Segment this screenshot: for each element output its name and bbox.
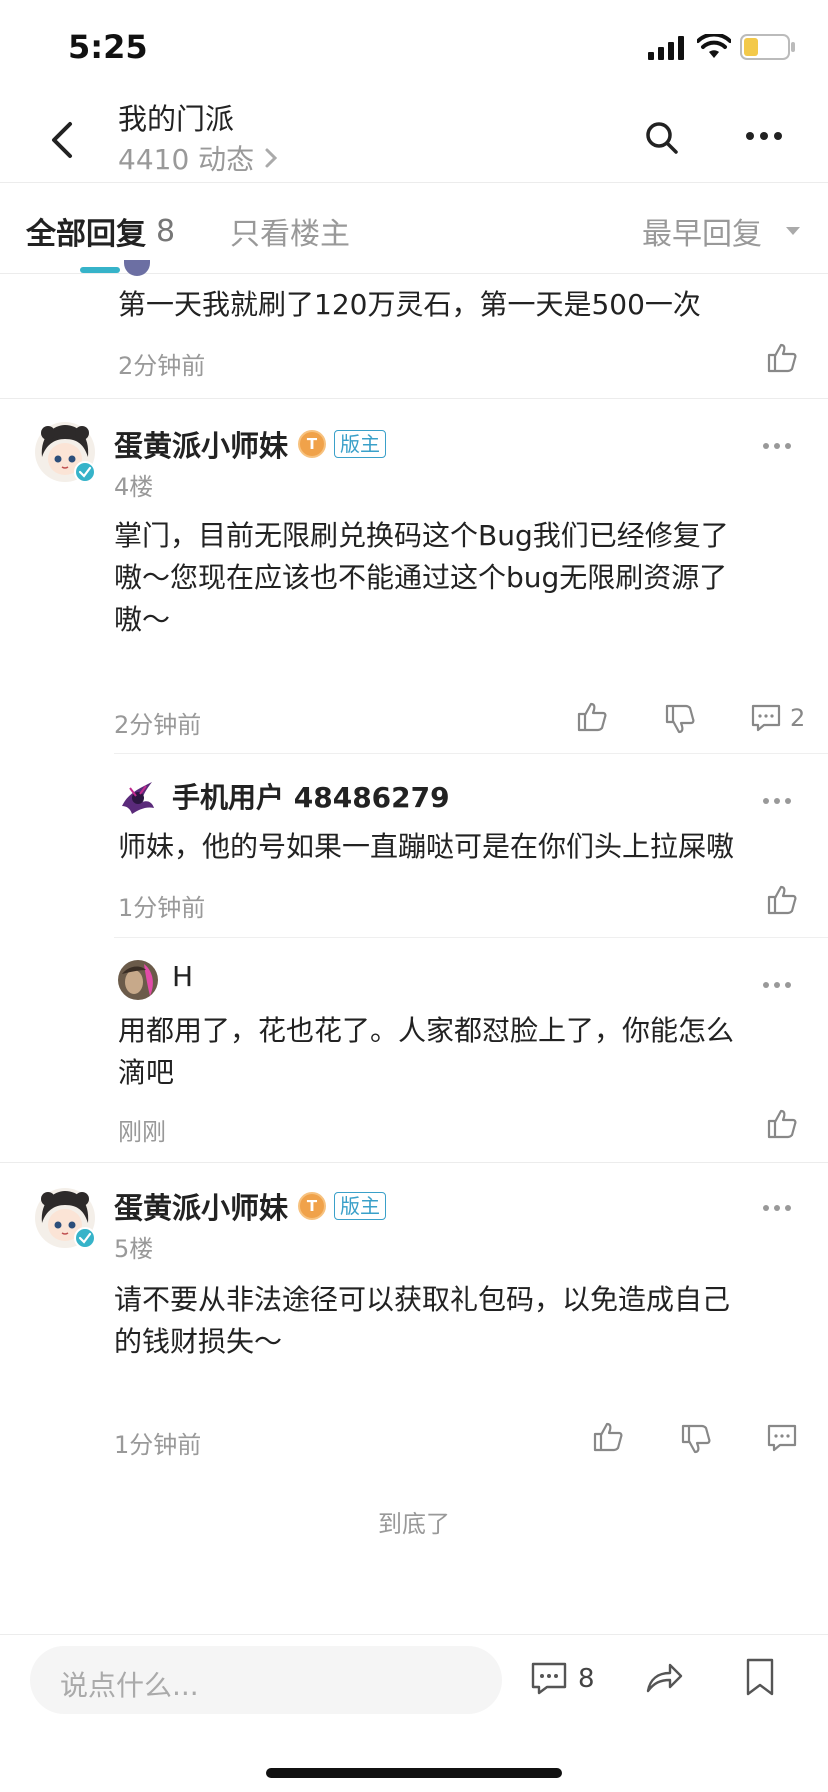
post-count-link[interactable]: 4410 动态 xyxy=(118,138,280,178)
page-title: 我的门派 xyxy=(118,102,235,136)
author-name[interactable]: 蛋黄派小师妹 xyxy=(114,423,288,465)
header: 我的门派 4410 动态 xyxy=(0,90,828,182)
like-icon[interactable] xyxy=(576,701,608,733)
bottom-bar: 说点什么... 8 xyxy=(0,1635,828,1792)
level-badge: T xyxy=(298,1192,327,1220)
post-count-text: 4410 动态 xyxy=(118,143,255,176)
avatar[interactable] xyxy=(118,960,158,1000)
caret-down-icon xyxy=(786,227,800,235)
sub-reply: H 用都用了，花也花了。人家都怼脸上了，你能怎么 滴吧 刚刚 xyxy=(0,938,828,1162)
comments-button[interactable]: 8 xyxy=(530,1661,595,1697)
reply-text-line: 请不要从非法途径可以获取礼包码，以免造成自己 xyxy=(114,1283,731,1316)
chevron-right-icon xyxy=(265,148,278,168)
signal-icon xyxy=(648,36,684,60)
reply-text-line: 的钱财损失～ xyxy=(114,1325,283,1358)
author-name[interactable]: H xyxy=(172,960,193,993)
reply-time: 2分钟前 xyxy=(114,711,202,739)
like-icon[interactable] xyxy=(766,884,798,916)
reply-more-icon[interactable] xyxy=(762,441,792,451)
battery-icon xyxy=(740,34,795,60)
status-bar: 5:25 xyxy=(0,0,828,90)
avatar[interactable] xyxy=(34,1187,96,1249)
partial-avatar-edge xyxy=(124,260,150,276)
reply-text-line: 滴吧 xyxy=(118,1056,175,1089)
more-options-icon[interactable] xyxy=(744,130,784,142)
sort-dropdown[interactable]: 最早回复 xyxy=(642,209,802,253)
back-arrow-icon[interactable] xyxy=(48,120,78,160)
tab-all-replies[interactable]: 全部回复 8 xyxy=(26,209,175,253)
verified-icon xyxy=(74,461,96,483)
like-icon[interactable] xyxy=(592,1421,624,1453)
comment-icon[interactable] xyxy=(766,1423,798,1453)
status-time: 5:25 xyxy=(68,28,148,66)
comment-icon xyxy=(531,1662,567,1695)
avatar[interactable] xyxy=(118,776,158,816)
wifi-icon xyxy=(697,34,731,58)
author-row: 蛋黄派小师妹 T 版主 xyxy=(114,1185,387,1227)
sort-label: 最早回复 xyxy=(642,217,762,252)
partial-reply-text: 第一天我就刷了120万灵石，第一天是500一次 xyxy=(118,288,701,321)
comment-count: 2 xyxy=(790,704,806,732)
comment-button[interactable]: 2 xyxy=(750,703,805,733)
reply-more-icon[interactable] xyxy=(762,796,792,806)
bookmark-icon[interactable] xyxy=(744,1657,776,1697)
reply-text-line: 嗷～ xyxy=(114,603,171,636)
reply-time: 1分钟前 xyxy=(118,894,206,922)
reply-more-icon[interactable] xyxy=(762,980,792,990)
comment-input[interactable]: 说点什么... xyxy=(30,1646,502,1714)
reply-time: 刚刚 xyxy=(118,1118,166,1146)
author-row: 蛋黄派小师妹 T 版主 xyxy=(114,423,387,465)
tab-all-replies-count: 8 xyxy=(156,213,176,249)
home-indicator xyxy=(266,1768,562,1778)
dislike-icon[interactable] xyxy=(664,703,696,735)
like-icon[interactable] xyxy=(766,342,798,374)
comment-input-placeholder: 说点什么... xyxy=(60,1669,199,1702)
reply-text-line: 用都用了，花也花了。人家都怼脸上了，你能怎么 xyxy=(118,1014,735,1047)
level-badge: T xyxy=(298,430,327,458)
floor-label: 4楼 xyxy=(114,473,154,501)
reply-text-line: 掌门，目前无限刷兑换码这个Bug我们已经修复了 xyxy=(114,519,729,552)
floor-label: 5楼 xyxy=(114,1235,154,1263)
reply-text-line: 嗷～您现在应该也不能通过这个bug无限刷资源了 xyxy=(114,561,728,594)
author-name[interactable]: 手机用户 48486279 xyxy=(172,776,450,816)
reply-time: 1分钟前 xyxy=(114,1431,202,1459)
end-of-list-text: 到底了 xyxy=(378,1510,450,1538)
partial-reply-time: 2分钟前 xyxy=(118,352,206,380)
moderator-badge: 版主 xyxy=(334,430,387,458)
verified-icon xyxy=(74,1227,96,1249)
author-name[interactable]: 蛋黄派小师妹 xyxy=(114,1185,288,1227)
like-icon[interactable] xyxy=(766,1108,798,1140)
tab-only-op[interactable]: 只看楼主 xyxy=(230,209,350,253)
search-icon[interactable] xyxy=(644,120,680,156)
reply-text-line: 师妹，他的号如果一直蹦哒可是在你们头上拉屎嗷 xyxy=(118,830,735,863)
partial-reply: 第一天我就刷了120万灵石，第一天是500一次 2分钟前 xyxy=(0,260,828,398)
dislike-icon[interactable] xyxy=(680,1423,712,1455)
sub-reply: 手机用户 48486279 师妹，他的号如果一直蹦哒可是在你们头上拉屎嗷 1分钟… xyxy=(0,754,828,936)
reply-more-icon[interactable] xyxy=(762,1203,792,1213)
avatar[interactable] xyxy=(34,421,96,483)
moderator-badge: 版主 xyxy=(334,1192,387,1220)
comment-icon xyxy=(751,704,781,732)
share-icon[interactable] xyxy=(644,1661,684,1695)
tab-all-replies-label: 全部回复 xyxy=(26,217,146,252)
comments-count: 8 xyxy=(578,1664,595,1694)
